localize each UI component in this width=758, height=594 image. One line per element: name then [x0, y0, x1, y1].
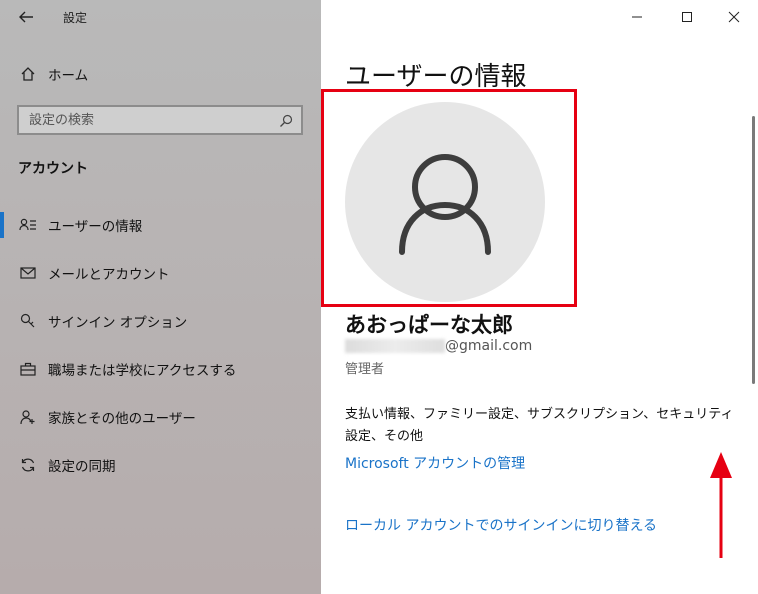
sync-icon — [18, 455, 38, 475]
manage-account-link[interactable]: Microsoft アカウントの管理 — [345, 453, 525, 473]
sidebar-item-label: 職場または学校にアクセスする — [48, 363, 237, 379]
sidebar-item-family[interactable]: 家族とその他のユーザー — [18, 407, 196, 427]
user-name: あおっぱーな太郎 — [345, 313, 513, 337]
search-icon[interactable] — [279, 113, 293, 127]
sidebar-item-home[interactable]: ホーム — [18, 64, 88, 84]
mail-icon — [18, 263, 38, 283]
sidebar-item-label: メールとアカウント — [48, 267, 170, 283]
search-box[interactable] — [17, 105, 303, 135]
sidebar-item-label: ホーム — [48, 68, 89, 84]
highlight-frame — [321, 89, 577, 307]
sidebar-item-label: ユーザーの情報 — [48, 219, 143, 235]
account-description: 支払い情報、ファミリー設定、サブスクリプション、セキュリティ設定、その他 — [345, 407, 734, 444]
page-title: ユーザーの情報 — [345, 62, 527, 92]
sidebar-item-user-info[interactable]: ユーザーの情報 — [18, 215, 142, 235]
selection-indicator — [0, 212, 4, 238]
close-button[interactable] — [722, 6, 746, 28]
redacted-email — [345, 339, 445, 353]
app-title: 設定 — [63, 11, 88, 25]
switch-local-account-link[interactable]: ローカル アカウントでのサインインに切り替える — [345, 515, 657, 535]
briefcase-icon — [18, 359, 38, 379]
sidebar-item-label: 設定の同期 — [48, 459, 116, 475]
minimize-button[interactable] — [625, 6, 649, 28]
user-role: 管理者 — [345, 362, 385, 377]
sidebar-item-label: サインイン オプション — [48, 315, 188, 331]
family-icon — [18, 407, 38, 427]
sidebar-item-sync[interactable]: 設定の同期 — [18, 455, 116, 475]
sidebar-item-signin[interactable]: サインイン オプション — [18, 311, 187, 331]
sidebar-item-work[interactable]: 職場または学校にアクセスする — [18, 359, 236, 379]
maximize-button[interactable] — [675, 6, 699, 28]
search-input[interactable] — [19, 107, 289, 133]
user-info-icon — [18, 215, 38, 235]
back-arrow-icon[interactable] — [16, 7, 36, 27]
key-icon — [18, 311, 38, 331]
red-arrow-annotation — [710, 452, 732, 558]
user-email: @gmail.com — [345, 338, 532, 354]
sidebar: 設定 ホーム アカウント ユーザーの情報 メールとアカウント サインイン オプシ… — [0, 0, 321, 594]
scrollbar[interactable] — [752, 116, 755, 384]
home-icon — [18, 64, 38, 84]
section-title: アカウント — [18, 161, 88, 177]
sidebar-item-label: 家族とその他のユーザー — [48, 411, 196, 427]
sidebar-item-mail[interactable]: メールとアカウント — [18, 263, 170, 283]
email-domain: @gmail.com — [445, 338, 533, 354]
main-content: ユーザーの情報 あおっぱーな太郎 @gmail.com 管理者 支払い情報、ファ… — [321, 0, 758, 594]
